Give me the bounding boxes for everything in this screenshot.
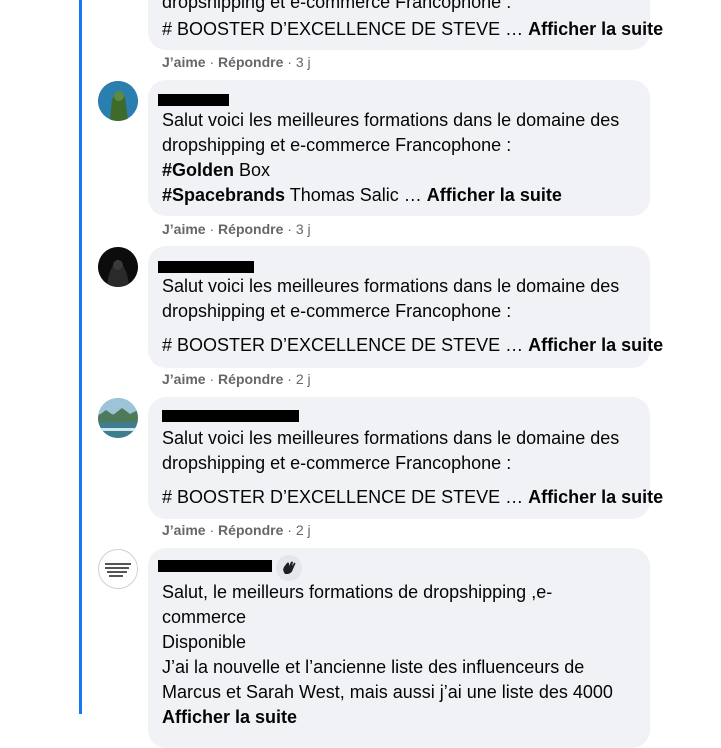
comment-text-line: Disponible — [162, 632, 247, 652]
comment-bubble: Salut voici les meilleures formations da… — [148, 397, 663, 519]
comment-text-line: J’ai la nouvelle et l’ancienne liste des… — [162, 657, 585, 677]
comment-timestamp[interactable]: 2 j — [296, 522, 311, 538]
avatar-image — [98, 81, 138, 121]
comment-actions: J’aime · Répondre · 2 j — [162, 522, 311, 538]
avatar[interactable] — [98, 247, 138, 287]
like-button[interactable]: J’aime — [162, 54, 206, 70]
reply-button[interactable]: Répondre — [218, 371, 283, 387]
comment-bubble: Salut voici les meilleures formations da… — [148, 246, 663, 368]
comment-text-line: Marcus et Sarah West, mais aussi j’ai un… — [162, 682, 613, 702]
comment-text-line: # BOOSTER D’EXCELLENCE DE STEVE … — [162, 487, 524, 507]
comment-timestamp[interactable]: 2 j — [296, 371, 311, 387]
avatar-image — [98, 247, 138, 287]
comment-text-line: # BOOSTER D’EXCELLENCE DE STEVE … — [162, 19, 524, 39]
wave-icon — [276, 555, 302, 581]
comment-text-line: commerce — [162, 607, 247, 627]
avatar[interactable] — [98, 398, 138, 438]
avatar[interactable] — [98, 81, 138, 121]
author-name-redacted[interactable] — [158, 94, 229, 106]
hashtag-link[interactable]: #Spacebrands — [162, 185, 285, 205]
reply-button[interactable]: Répondre — [218, 221, 283, 237]
see-more-link[interactable]: Afficher la suite — [162, 707, 297, 727]
comment-text-line: Thomas Salic … — [285, 185, 422, 205]
see-more-link[interactable]: Afficher la suite — [528, 19, 663, 39]
avatar-image — [98, 398, 138, 438]
comment-text-line: dropshipping et e-commerce Francophone : — [162, 135, 512, 155]
comment-text-line: Box — [234, 160, 271, 180]
comment-text-line: # BOOSTER D’EXCELLENCE DE STEVE … — [162, 335, 524, 355]
reply-button[interactable]: Répondre — [218, 54, 283, 70]
comment-text-line: Salut, le meilleurs formations de dropsh… — [162, 582, 553, 602]
like-button[interactable]: J’aime — [162, 221, 206, 237]
author-name-redacted[interactable] — [162, 410, 299, 422]
avatar[interactable] — [98, 549, 138, 589]
comment-text-line: dropshipping et e-commerce Francophone : — [162, 301, 512, 321]
comment-text-line: Salut voici les meilleures formations da… — [162, 276, 620, 296]
avatar-image — [105, 563, 131, 577]
comment-text-line: dropshipping et e-commerce Francophone : — [162, 453, 512, 473]
comment-actions: J’aime · Répondre · 3 j — [162, 221, 311, 237]
reply-thread-line — [79, 0, 82, 714]
author-name-redacted[interactable] — [158, 261, 254, 273]
comment-text-line: Salut voici les meilleures formations da… — [162, 428, 620, 448]
comment-bubble: Salut, le meilleurs formations de dropsh… — [148, 548, 650, 748]
comment-bubble: dropshipping et e-commerce Francophone :… — [148, 0, 663, 50]
see-more-link[interactable]: Afficher la suite — [528, 335, 663, 355]
comment-bubble: Salut voici les meilleures formations da… — [148, 80, 650, 216]
like-button[interactable]: J’aime — [162, 371, 206, 387]
like-button[interactable]: J’aime — [162, 522, 206, 538]
comment-text-line: Salut voici les meilleures formations da… — [162, 110, 620, 130]
see-more-link[interactable]: Afficher la suite — [528, 487, 663, 507]
hashtag-link[interactable]: #Golden — [162, 160, 234, 180]
reply-button[interactable]: Répondre — [218, 522, 283, 538]
author-name-redacted[interactable] — [158, 560, 272, 572]
comment-text-line: dropshipping et e-commerce Francophone : — [162, 0, 512, 12]
comment-timestamp[interactable]: 3 j — [296, 54, 311, 70]
comment-actions: J’aime · Répondre · 2 j — [162, 371, 311, 387]
comment-actions: J’aime · Répondre · 3 j — [162, 54, 311, 70]
see-more-link[interactable]: Afficher la suite — [427, 185, 562, 205]
comment-timestamp[interactable]: 3 j — [296, 221, 311, 237]
